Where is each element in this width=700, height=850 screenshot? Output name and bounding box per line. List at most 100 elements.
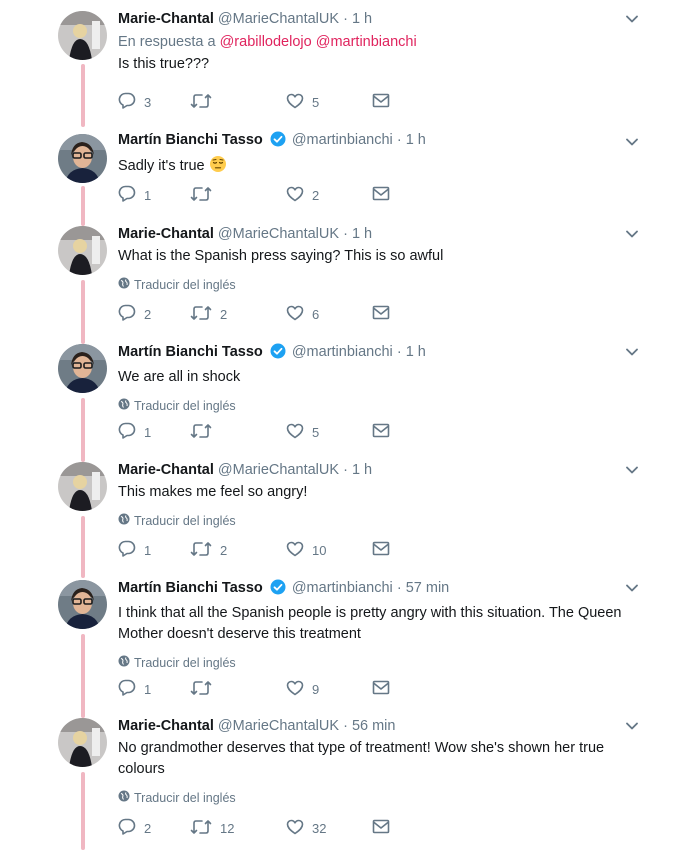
tweet[interactable]: Martín Bianchi Tasso @martinbianchi · 1 … [0,334,700,452]
translate-link[interactable]: Traducir del inglés [118,790,640,805]
tweet-timestamp[interactable]: 1 h [352,11,372,27]
envelope-icon [372,186,390,204]
direct-message-button[interactable] [372,186,390,204]
translate-link[interactable]: Traducir del inglés [118,398,640,413]
reply-context: En respuesta a @rabillodelojo @martinbia… [118,33,640,51]
author-handle[interactable]: @MarieChantalUK [218,718,339,734]
author-handle[interactable]: @MarieChantalUK [218,226,339,242]
verified-badge-icon [270,131,286,152]
retweet-button[interactable]: 12 [190,819,286,838]
chevron-down-icon[interactable] [625,135,639,154]
author-handle[interactable]: @martinbianchi [292,580,393,596]
reply-button[interactable]: 2 [118,818,190,838]
translate-link[interactable]: Traducir del inglés [118,277,640,292]
reply-count: 1 [144,681,152,697]
like-button[interactable]: 2 [286,186,372,205]
verified-badge-icon [270,579,286,600]
reply-icon [118,679,136,699]
like-button[interactable]: 10 [286,541,372,560]
author-name[interactable]: Martín Bianchi Tasso [118,344,263,360]
author-name[interactable]: Marie-Chantal [118,718,214,734]
avatar-marie-chantal[interactable] [58,11,107,60]
translate-label: Traducir del inglés [134,655,236,670]
chevron-down-icon[interactable] [625,581,639,600]
mention-link[interactable]: @rabillodelojo [220,34,312,50]
reply-icon [118,92,136,112]
tweet-timestamp[interactable]: 1 h [352,462,372,478]
tweet-text: We are all in shock [118,369,241,385]
tweet[interactable]: Marie-Chantal @MarieChantalUK · 56 min N… [0,708,700,850]
like-button[interactable]: 5 [286,423,372,442]
chevron-down-icon[interactable] [625,345,639,364]
reply-button[interactable]: 1 [118,540,190,560]
tweet[interactable]: Marie-Chantal @MarieChantalUK · 1 h What… [0,216,700,334]
like-button[interactable]: 6 [286,305,372,324]
retweet-button[interactable] [190,93,286,112]
like-count: 5 [312,94,320,110]
author-handle[interactable]: @MarieChantalUK [218,462,339,478]
tweet-timestamp[interactable]: 1 h [352,226,372,242]
reply-button[interactable]: 1 [118,422,190,442]
author-name[interactable]: Martín Bianchi Tasso [118,132,263,148]
retweet-icon [190,680,212,699]
mention-link[interactable]: @martinbianchi [316,34,417,50]
reply-button[interactable]: 3 [118,92,190,112]
author-handle[interactable]: @MarieChantalUK [218,11,339,27]
tweet-timestamp[interactable]: 57 min [406,580,450,596]
tweet[interactable]: Martín Bianchi Tasso @martinbianchi · 1 … [0,118,700,216]
like-button[interactable]: 9 [286,680,372,699]
like-button[interactable]: 32 [286,819,372,838]
avatar-martin-bianchi[interactable] [58,580,107,629]
chevron-down-icon[interactable] [625,463,639,482]
separator-dot: · [343,462,348,478]
tweet-text: Is this true??? [118,56,210,72]
avatar-marie-chantal[interactable] [58,718,107,767]
tweet-timestamp[interactable]: 56 min [352,718,396,734]
translate-label: Traducir del inglés [134,513,236,528]
direct-message-button[interactable] [372,305,390,323]
avatar-martin-bianchi[interactable] [58,134,107,183]
tweet-text: I think that all the Spanish people is p… [118,605,622,642]
heart-icon [286,541,304,560]
avatar-martin-bianchi[interactable] [58,344,107,393]
direct-message-button[interactable] [372,819,390,837]
direct-message-button[interactable] [372,680,390,698]
reply-button[interactable]: 1 [118,679,190,699]
envelope-icon [372,819,390,837]
retweet-button[interactable]: 2 [190,541,286,560]
retweet-button[interactable] [190,680,286,699]
direct-message-button[interactable] [372,541,390,559]
author-name[interactable]: Marie-Chantal [118,462,214,478]
heart-icon [286,305,304,324]
tweet-text-body: Sadly it's true [118,158,205,174]
reply-button[interactable]: 2 [118,304,190,324]
avatar-marie-chantal[interactable] [58,226,107,275]
tweet-timestamp[interactable]: 1 h [406,344,426,360]
direct-message-button[interactable] [372,93,390,111]
retweet-button[interactable] [190,186,286,205]
chevron-down-icon[interactable] [625,227,639,246]
author-handle[interactable]: @martinbianchi [292,132,393,148]
tweet[interactable]: Marie-Chantal @MarieChantalUK · 1 h This… [0,452,700,570]
chevron-down-icon[interactable] [625,12,639,31]
retweet-icon [190,186,212,205]
translate-link[interactable]: Traducir del inglés [118,513,640,528]
author-name[interactable]: Marie-Chantal [118,11,214,27]
author-handle[interactable]: @martinbianchi [292,344,393,360]
heart-icon [286,819,304,838]
author-name[interactable]: Marie-Chantal [118,226,214,242]
chevron-down-icon[interactable] [625,719,639,738]
tweet-text: What is the Spanish press saying? This i… [118,248,444,264]
tweet-timestamp[interactable]: 1 h [406,132,426,148]
retweet-button[interactable] [190,423,286,442]
author-name[interactable]: Martín Bianchi Tasso [118,580,263,596]
tweet[interactable]: Martín Bianchi Tasso @martinbianchi · 57… [0,570,700,708]
direct-message-button[interactable] [372,423,390,441]
tweet[interactable]: Marie-Chantal @MarieChantalUK · 1 h En r… [0,0,700,118]
avatar-marie-chantal[interactable] [58,462,107,511]
reply-button[interactable]: 1 [118,185,190,205]
retweet-icon [190,93,212,112]
like-button[interactable]: 5 [286,93,372,112]
retweet-button[interactable]: 2 [190,305,286,324]
translate-link[interactable]: Traducir del inglés [118,655,640,670]
